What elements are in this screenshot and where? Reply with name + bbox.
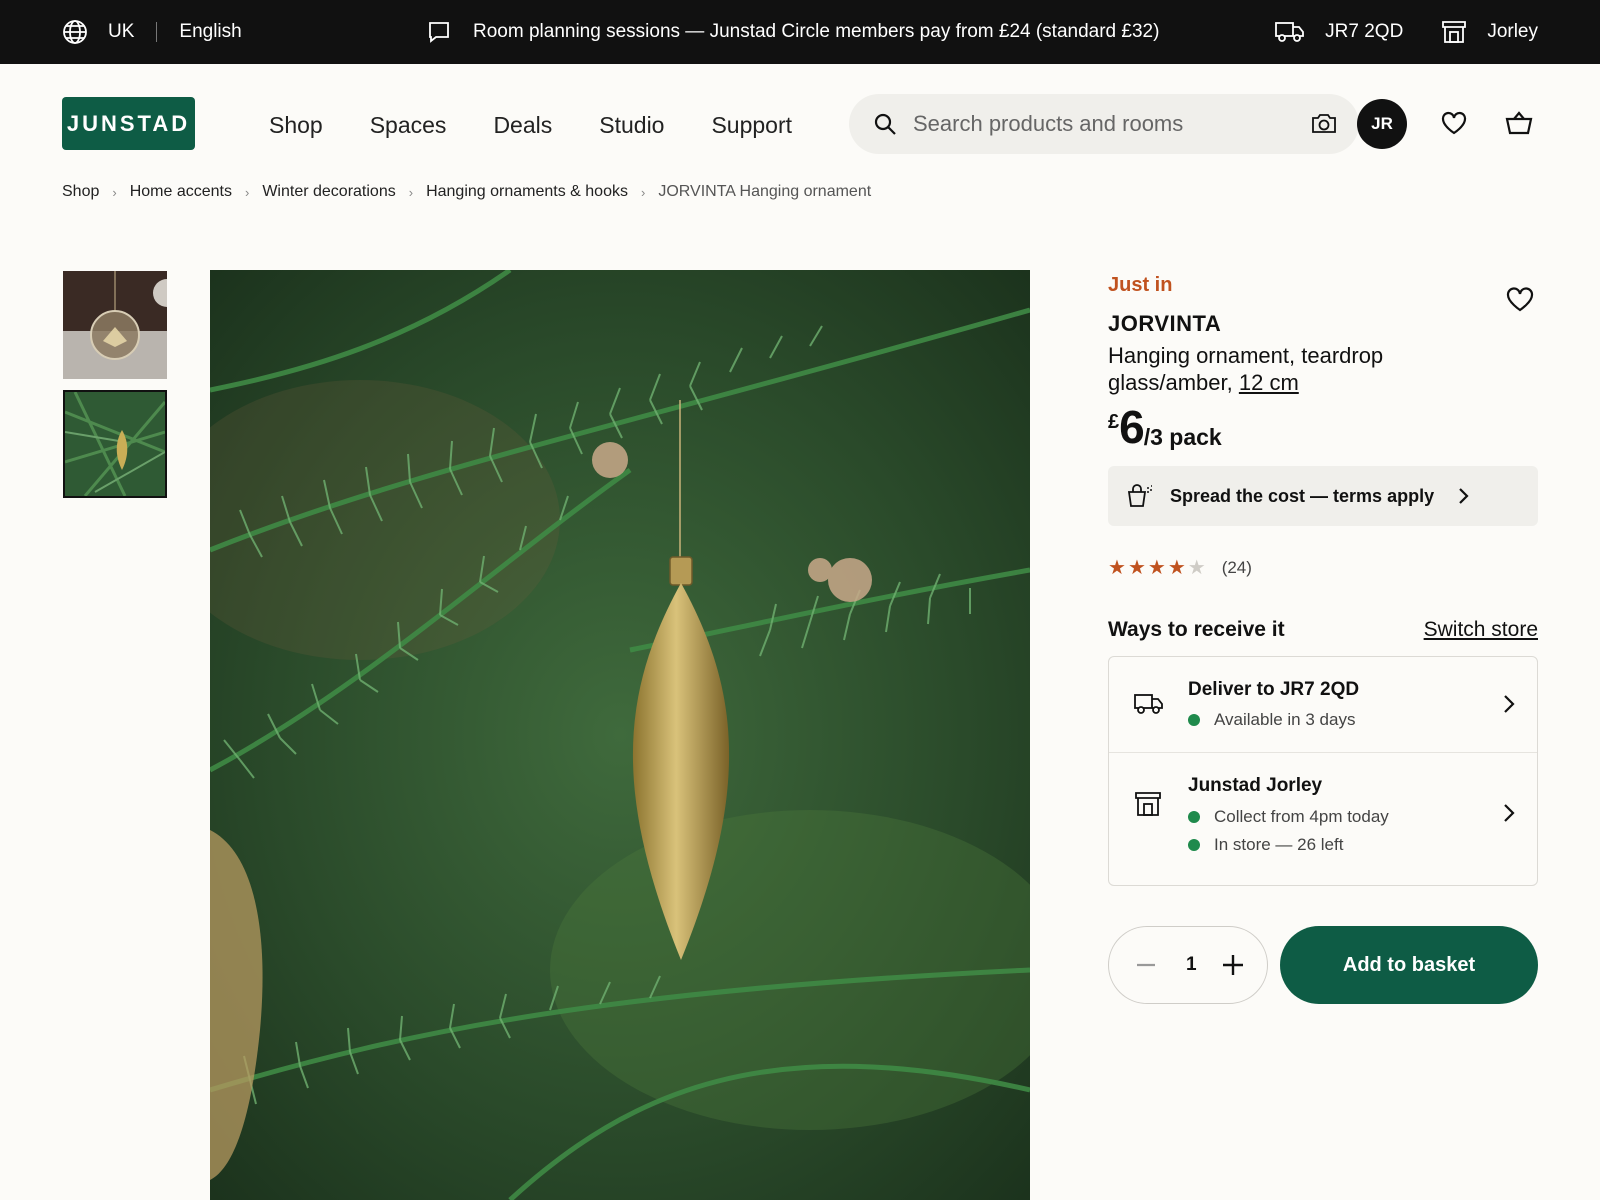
delivery-options: Deliver to JR7 2QD Available in 3 days J… — [1108, 656, 1538, 886]
finance-text[interactable]: Spread the cost — terms apply — [1170, 486, 1434, 507]
location-info: JR7 2QD Jorley — [1275, 0, 1538, 64]
chevron-right-icon — [1503, 694, 1515, 714]
favorite-heart-icon[interactable] — [1506, 286, 1534, 312]
chevron-right-icon: › — [244, 184, 250, 200]
postcode-selector[interactable]: JR7 2QD — [1275, 21, 1403, 43]
top-bar: UK English Room planning sessions — Juns… — [0, 0, 1600, 64]
delivery-heading: Ways to receive it — [1108, 618, 1285, 641]
rating[interactable]: ★ ★ ★ ★ ★ (24) — [1108, 558, 1252, 578]
main-nav: Shop Spaces Deals Studio Support — [269, 105, 839, 145]
truck-icon — [1275, 21, 1305, 43]
chat-bubble-icon — [427, 20, 451, 44]
store-selector[interactable]: Jorley — [1441, 20, 1538, 44]
store-title: Junstad Jorley — [1188, 775, 1323, 796]
locale-selector[interactable]: UK English — [62, 0, 242, 64]
search-bar[interactable] — [849, 94, 1359, 154]
breadcrumb-item[interactable]: Winter decorations — [262, 183, 395, 201]
nav-shop[interactable]: Shop — [269, 112, 323, 139]
brand-logo[interactable]: JUNSTAD — [62, 97, 195, 150]
status-dot — [1188, 839, 1200, 851]
star-icon: ★ — [1108, 557, 1126, 579]
quantity-value[interactable]: 1 — [1186, 954, 1197, 976]
breadcrumb-current: JORVINTA Hanging ornament — [658, 183, 872, 200]
thumbnail-2[interactable] — [63, 390, 167, 498]
star-icon: ★ — [1127, 557, 1146, 579]
nav-support[interactable]: Support — [711, 112, 792, 139]
language-label[interactable]: English — [179, 21, 241, 43]
user-avatar[interactable]: JR — [1357, 99, 1407, 149]
delivery-status-text: Available in 3 days — [1214, 710, 1356, 729]
chevron-right-icon — [1503, 803, 1515, 823]
star-icon: ★ — [1167, 557, 1186, 579]
globe-icon — [62, 19, 88, 45]
shopping-bag-icon — [1126, 484, 1154, 508]
breadcrumb-item[interactable]: Hanging ornaments & hooks — [426, 183, 628, 201]
breadcrumb: Shop › Home accents › Winter decorations… — [62, 183, 871, 201]
chevron-right-icon — [1458, 487, 1470, 505]
collect-status-text: Collect from 4pm today — [1214, 807, 1389, 826]
price-currency: £ — [1108, 411, 1120, 433]
nav-spaces[interactable]: Spaces — [370, 112, 447, 139]
camera-icon[interactable] — [1311, 111, 1337, 135]
stock-status-text: In store — 26 left — [1214, 835, 1344, 854]
search-icon[interactable] — [873, 112, 897, 136]
new-badge: Just in — [1108, 274, 1173, 296]
star-icon: ★ — [1147, 557, 1166, 579]
status-dot — [1188, 714, 1200, 726]
promo-banner[interactable]: Room planning sessions — Junstad Circle … — [427, 0, 1159, 64]
price-unit: /3 pack — [1143, 424, 1222, 450]
delivery-title: Deliver to JR7 2QD — [1188, 679, 1360, 700]
country-label[interactable]: UK — [108, 21, 134, 43]
add-to-basket-button[interactable]: Add to basket — [1280, 926, 1538, 1004]
product-description: Hanging ornament, teardrop glass/amber, … — [1108, 342, 1438, 396]
postcode-label[interactable]: JR7 2QD — [1325, 21, 1403, 43]
stock-status: In store — 26 left — [1188, 835, 1343, 855]
chevron-right-icon: › — [112, 184, 117, 200]
star-empty-icon: ★ — [1187, 557, 1206, 579]
collect-status: Collect from 4pm today — [1188, 807, 1389, 827]
price-value: 6 — [1119, 401, 1145, 453]
store-icon — [1441, 20, 1467, 44]
wishlist-heart-icon[interactable] — [1441, 111, 1467, 135]
store-label[interactable]: Jorley — [1487, 21, 1538, 43]
chevron-right-icon: › — [640, 184, 646, 200]
minus-icon[interactable] — [1136, 955, 1156, 975]
status-dot — [1188, 811, 1200, 823]
breadcrumb-item[interactable]: Shop — [62, 183, 99, 201]
breadcrumb-item[interactable]: Home accents — [130, 183, 232, 201]
product-size-link[interactable]: 12 cm — [1239, 370, 1299, 395]
store-icon — [1134, 791, 1162, 817]
product-name: JORVINTA — [1108, 311, 1222, 336]
delivery-option[interactable]: Deliver to JR7 2QD Available in 3 days — [1109, 657, 1537, 753]
nav-studio[interactable]: Studio — [599, 112, 664, 139]
divider — [156, 22, 158, 42]
finance-banner[interactable]: Spread the cost — terms apply — [1108, 466, 1538, 526]
thumbnail-1[interactable] — [63, 271, 167, 379]
nav-deals[interactable]: Deals — [493, 112, 552, 139]
product-main-image[interactable] — [210, 270, 1030, 1200]
review-count[interactable]: (24) — [1222, 558, 1252, 578]
plus-icon[interactable] — [1222, 954, 1244, 976]
delivery-status: Available in 3 days — [1188, 710, 1355, 730]
chevron-right-icon: › — [408, 184, 414, 200]
truck-icon — [1134, 693, 1164, 715]
quantity-stepper: 1 — [1108, 926, 1268, 1004]
promo-text[interactable]: Room planning sessions — Junstad Circle … — [473, 21, 1159, 43]
search-input[interactable] — [913, 111, 1283, 137]
product-price: £ 6 /3 pack — [1108, 401, 1222, 453]
collect-option[interactable]: Junstad Jorley Collect from 4pm today In… — [1109, 753, 1537, 885]
switch-store-link[interactable]: Switch store — [1424, 618, 1538, 642]
basket-icon[interactable] — [1505, 110, 1533, 136]
